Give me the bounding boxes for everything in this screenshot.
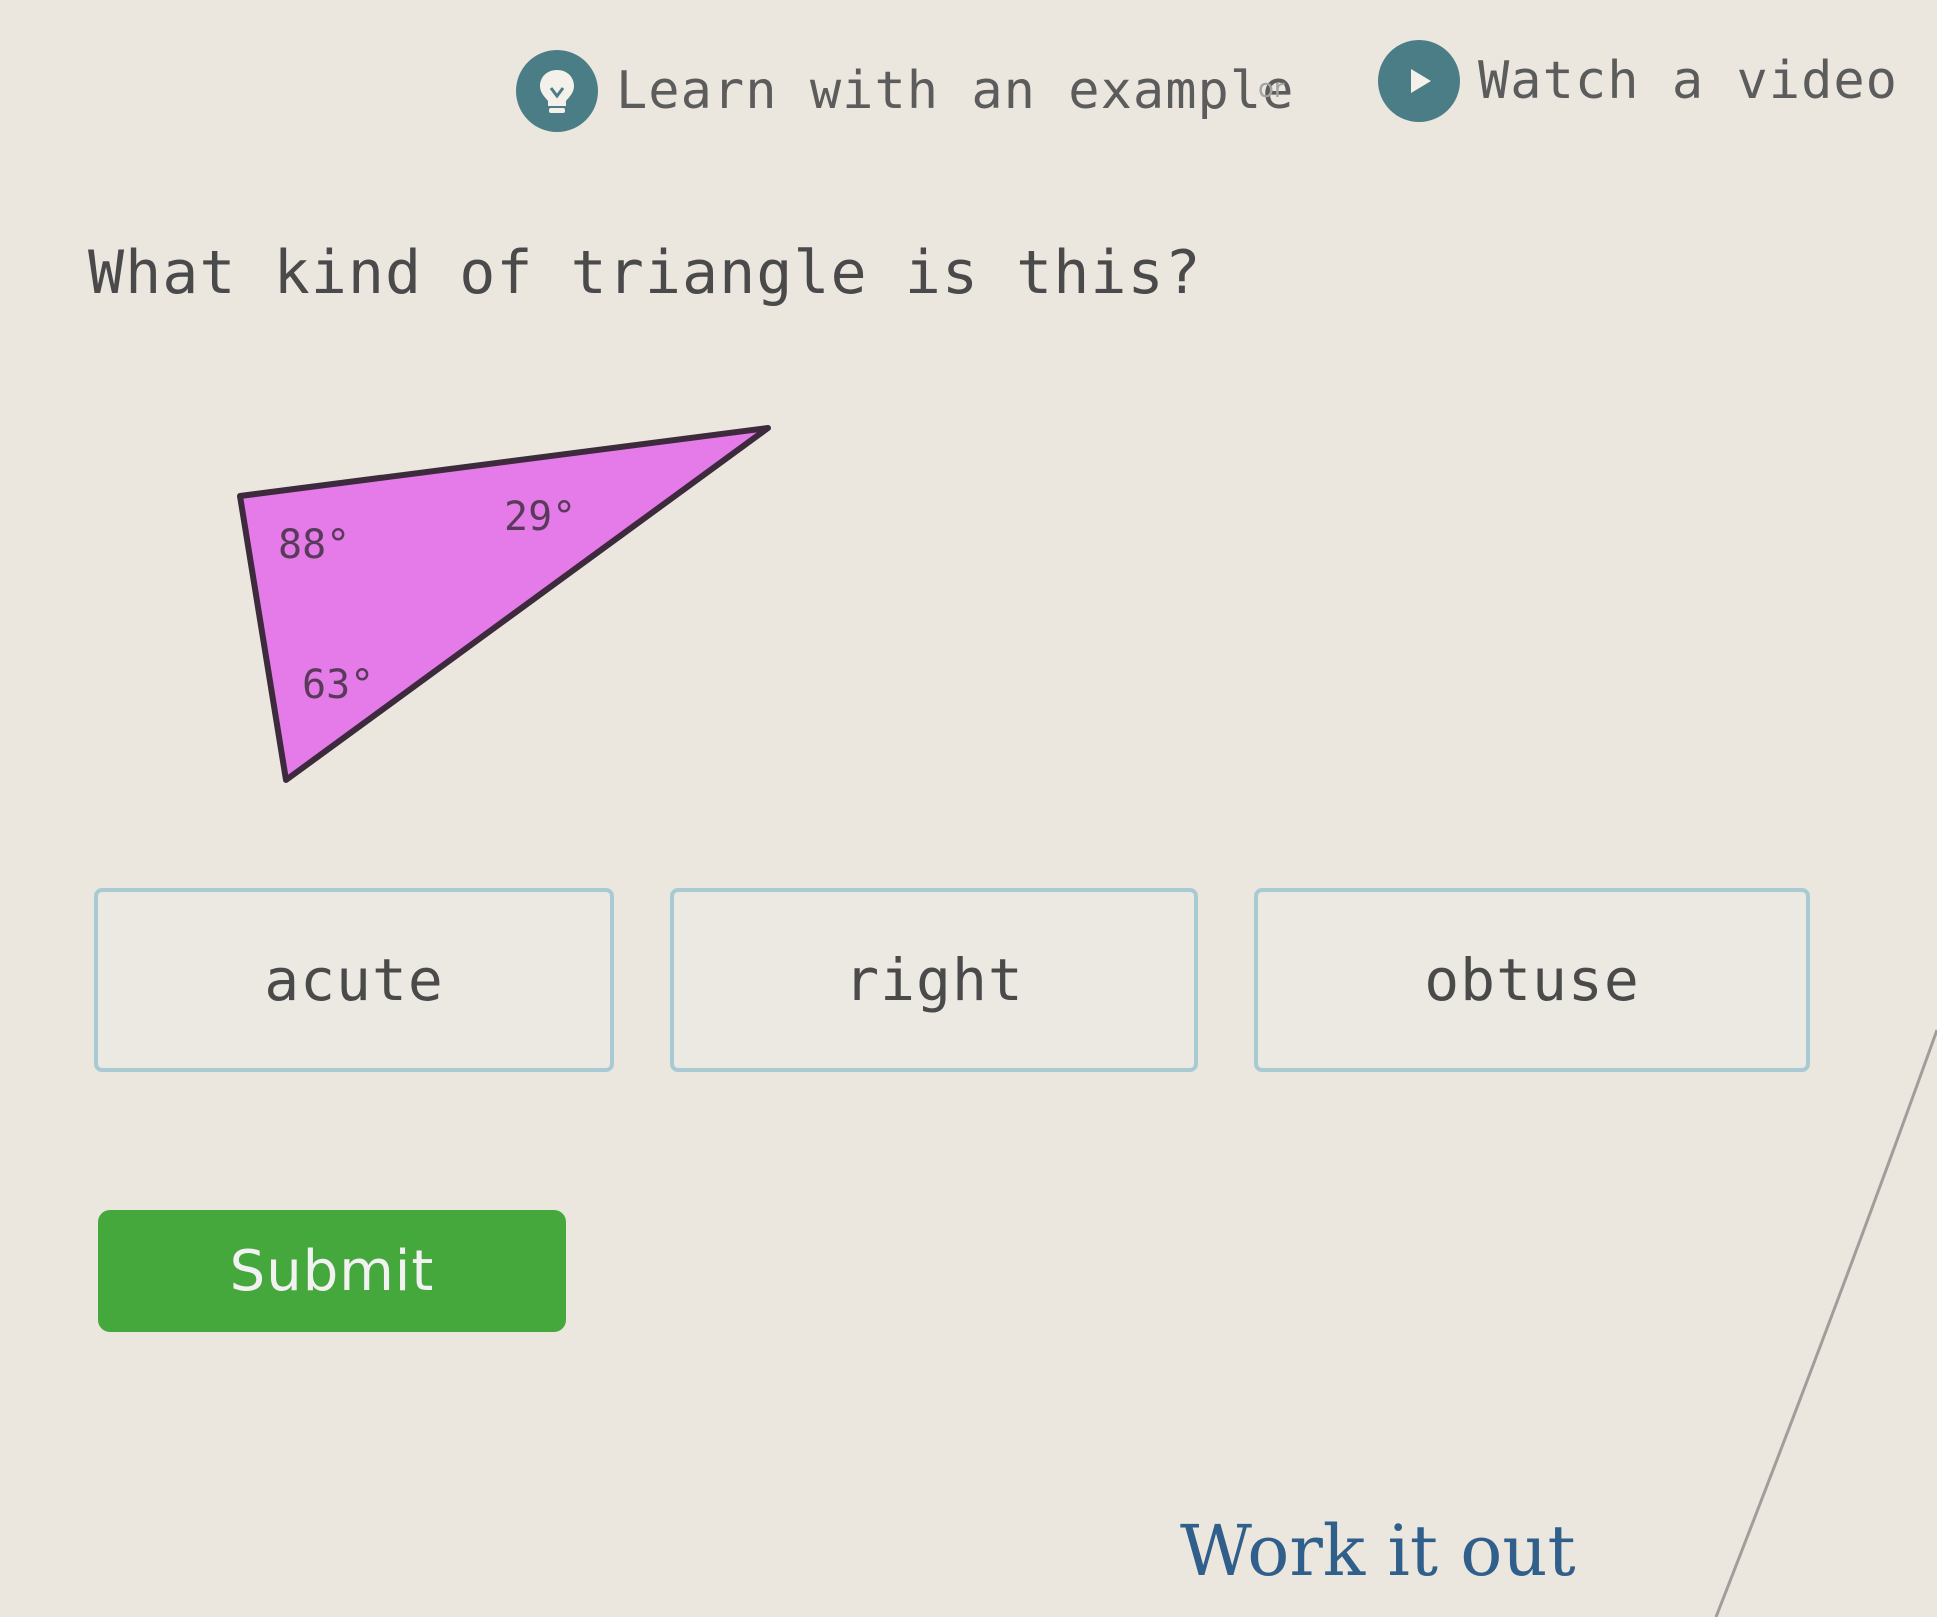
angle-label-29: 29° [504, 494, 576, 540]
watch-video-link[interactable]: Watch a video [1378, 40, 1898, 122]
triangle-figure: 88° 29° 63° [220, 410, 780, 800]
learn-with-example-link[interactable]: Learn with an example [516, 50, 1294, 132]
work-it-out-heading: Work it out [1180, 1510, 1576, 1592]
play-icon [1378, 40, 1460, 122]
triangle-shape [237, 425, 771, 783]
answer-obtuse-label: obtuse [1424, 946, 1640, 1014]
question-text: What kind of triangle is this? [88, 238, 1202, 308]
watch-video-label: Watch a video [1478, 51, 1898, 111]
lightbulb-icon [516, 50, 598, 132]
angle-label-63: 63° [302, 662, 374, 708]
answer-obtuse[interactable]: obtuse [1254, 888, 1810, 1072]
angle-label-88: 88° [278, 522, 350, 568]
answer-acute[interactable]: acute [94, 888, 614, 1072]
answer-choices: acute right obtuse [94, 888, 1810, 1088]
help-bar: Learn with an example or Watch a video [0, 30, 1937, 150]
learn-with-example-label: Learn with an example [616, 61, 1295, 121]
submit-button[interactable]: Submit [98, 1210, 566, 1332]
answer-right-label: right [844, 946, 1024, 1014]
or-separator: or [1258, 74, 1285, 104]
answer-acute-label: acute [264, 946, 444, 1014]
answer-right[interactable]: right [670, 888, 1198, 1072]
